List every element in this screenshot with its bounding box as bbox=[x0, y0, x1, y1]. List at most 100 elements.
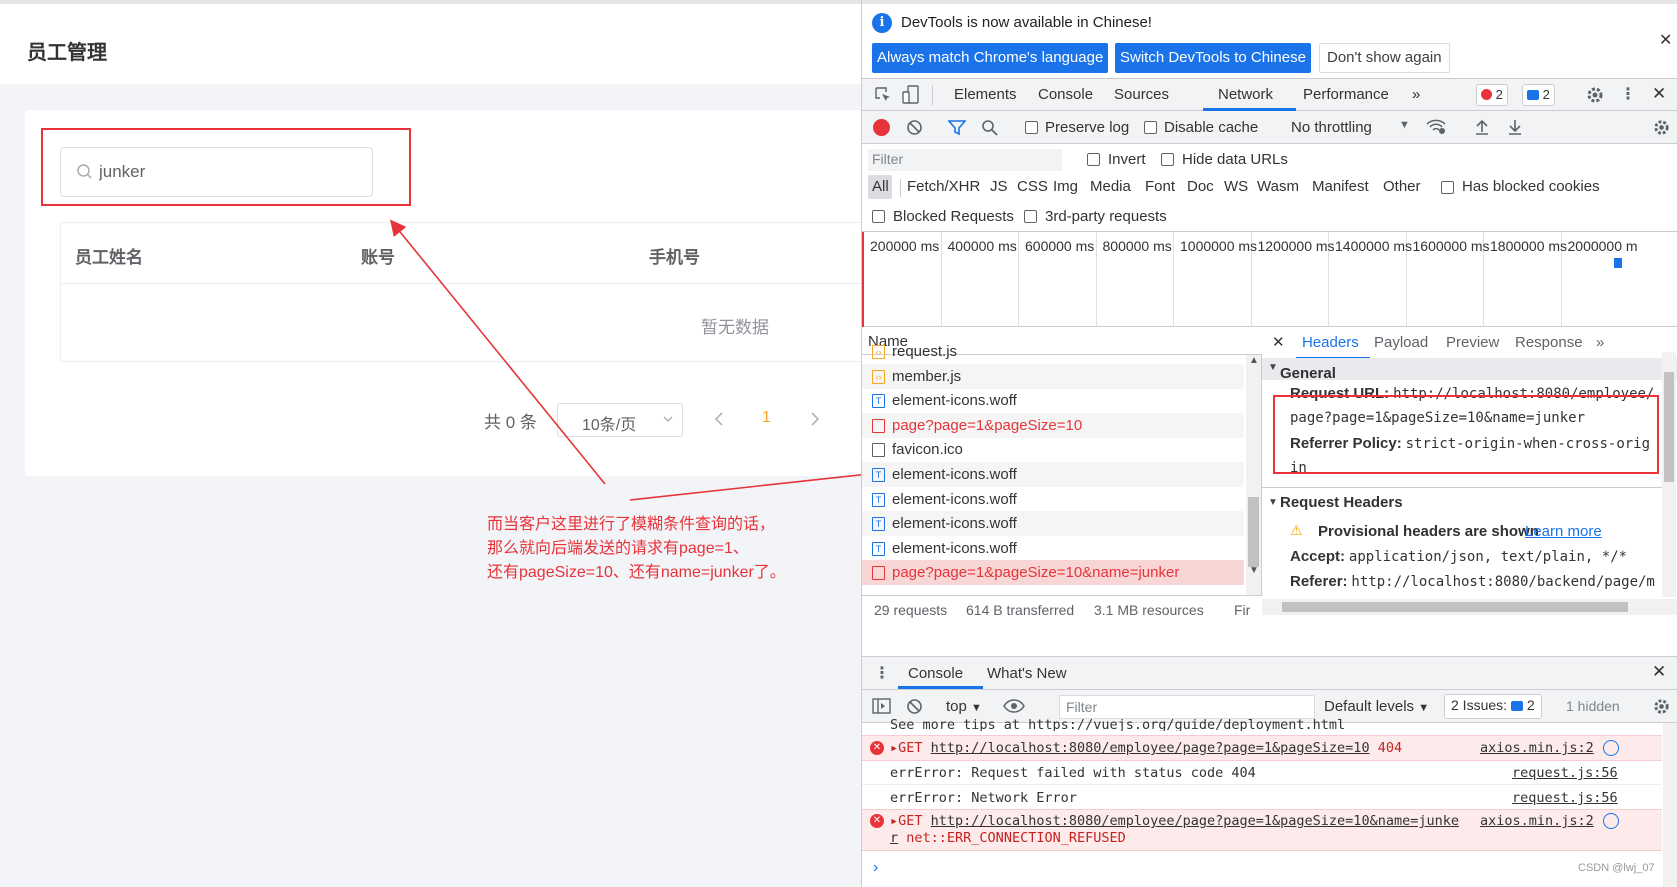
type-filter-all[interactable]: All bbox=[872, 178, 889, 195]
record-icon[interactable] bbox=[873, 119, 890, 136]
request-row[interactable]: Telement-icons.woff bbox=[862, 462, 1244, 487]
hide-data-urls-checkbox[interactable] bbox=[1161, 153, 1174, 166]
type-filter-css[interactable]: CSS bbox=[1017, 178, 1048, 195]
network-timeline[interactable]: 200000 ms 400000 ms 600000 ms 800000 ms 1000… bbox=[862, 232, 1677, 327]
log-levels-select[interactable]: Default levels ▼ bbox=[1324, 698, 1429, 715]
details-scroll-thumb[interactable] bbox=[1664, 372, 1674, 482]
request-row[interactable]: page?page=1&pageSize=10 bbox=[862, 412, 1244, 438]
page-size-select[interactable]: 10条/页 bbox=[557, 403, 683, 437]
source-link[interactable]: request.js:56 bbox=[1512, 790, 1618, 806]
network-conditions-icon[interactable] bbox=[1425, 118, 1447, 136]
request-headers-title[interactable]: Request Headers bbox=[1280, 494, 1403, 511]
request-list-scroll-thumb[interactable] bbox=[1248, 497, 1259, 567]
drawer-menu-icon[interactable]: ⋮ bbox=[874, 663, 890, 683]
more-tabs-button[interactable]: » bbox=[1412, 86, 1420, 103]
live-expression-eye-icon[interactable] bbox=[1003, 698, 1025, 714]
search-input[interactable] bbox=[99, 156, 359, 188]
prev-page-button[interactable] bbox=[712, 410, 726, 428]
tab-performance[interactable]: Performance bbox=[1303, 86, 1389, 103]
console-prompt[interactable]: › bbox=[873, 859, 878, 877]
source-link[interactable]: axios.min.js:2 bbox=[1480, 813, 1594, 829]
network-panel-link-icon[interactable] bbox=[1603, 813, 1619, 829]
message-count-badge[interactable]: 2 bbox=[1522, 84, 1555, 106]
more-options-icon[interactable]: ⋮ bbox=[1620, 84, 1636, 104]
invert-checkbox[interactable] bbox=[1087, 153, 1100, 166]
close-icon[interactable]: ✕ bbox=[1659, 30, 1672, 50]
tab-headers[interactable]: Headers bbox=[1302, 334, 1359, 351]
close-details-icon[interactable]: ✕ bbox=[1272, 333, 1285, 351]
request-url-link[interactable]: http://localhost:8080/employee/page?page… bbox=[931, 740, 1370, 756]
search-icon[interactable] bbox=[981, 119, 999, 137]
source-link[interactable]: axios.min.js:2 bbox=[1480, 740, 1594, 756]
tab-console[interactable]: Console bbox=[908, 665, 963, 682]
search-field[interactable] bbox=[60, 147, 373, 197]
request-url-link-cont[interactable]: r bbox=[890, 830, 898, 846]
request-row[interactable]: Telement-icons.woff bbox=[862, 388, 1244, 413]
general-section-header[interactable]: ▼ General bbox=[1262, 358, 1677, 382]
tab-network[interactable]: Network bbox=[1218, 86, 1273, 103]
filter-funnel-icon[interactable] bbox=[948, 119, 966, 136]
request-row[interactable]: Telement-icons.woff bbox=[862, 487, 1244, 512]
tab-whats-new[interactable]: What's New bbox=[987, 665, 1067, 682]
dont-show-again-button[interactable]: Don't show again bbox=[1319, 43, 1450, 73]
console-settings-gear-icon[interactable] bbox=[1652, 697, 1671, 716]
inspect-element-icon[interactable] bbox=[874, 86, 892, 104]
more-tabs-button[interactable]: » bbox=[1596, 334, 1604, 351]
request-row[interactable]: page?page=1&pageSize=10&name=junker bbox=[862, 560, 1244, 586]
type-filter-wasm[interactable]: Wasm bbox=[1257, 178, 1299, 195]
request-row[interactable]: favicon.ico bbox=[862, 437, 1244, 462]
tab-payload[interactable]: Payload bbox=[1374, 334, 1428, 351]
clear-icon[interactable] bbox=[906, 119, 923, 136]
request-url-link[interactable]: http://localhost:8080/employee/page?page… bbox=[931, 813, 1459, 829]
issues-button[interactable]: 2 Issues: 2 bbox=[1444, 694, 1542, 719]
type-filter-ws[interactable]: WS bbox=[1224, 178, 1248, 195]
switch-chinese-button[interactable]: Switch DevTools to Chinese bbox=[1115, 43, 1311, 73]
error-count-badge[interactable]: 2 bbox=[1476, 84, 1508, 106]
disable-cache-checkbox[interactable] bbox=[1144, 121, 1157, 134]
tab-response[interactable]: Response bbox=[1515, 334, 1583, 351]
request-row[interactable]: ‹› member.js bbox=[862, 363, 1244, 389]
learn-more-link[interactable]: Learn more bbox=[1525, 523, 1602, 540]
tab-preview[interactable]: Preview bbox=[1446, 334, 1499, 351]
device-toolbar-icon[interactable] bbox=[902, 85, 920, 105]
console-filter-input[interactable]: Filter bbox=[1059, 695, 1315, 719]
type-filter-doc[interactable]: Doc bbox=[1187, 178, 1214, 195]
close-drawer-icon[interactable]: ✕ bbox=[1652, 662, 1666, 682]
next-page-button[interactable] bbox=[808, 410, 822, 428]
type-filter-js[interactable]: JS bbox=[990, 178, 1008, 195]
request-row[interactable]: Telement-icons.woff bbox=[862, 511, 1244, 537]
request-row[interactable]: Telement-icons.woff bbox=[862, 536, 1244, 561]
type-filter-manifest[interactable]: Manifest bbox=[1312, 178, 1369, 195]
type-filter-font[interactable]: Font bbox=[1145, 178, 1175, 195]
match-language-button[interactable]: Always match Chrome's language bbox=[872, 43, 1109, 73]
details-horizontal-scroll-thumb[interactable] bbox=[1282, 602, 1628, 612]
network-filter-input[interactable]: Filter bbox=[868, 149, 1062, 171]
third-party-checkbox[interactable] bbox=[1024, 210, 1037, 223]
current-page-number[interactable]: 1 bbox=[762, 409, 771, 427]
export-har-icon[interactable] bbox=[1507, 118, 1523, 136]
tab-elements[interactable]: Elements bbox=[954, 86, 1017, 103]
tab-console[interactable]: Console bbox=[1038, 86, 1093, 103]
scroll-up-icon[interactable]: ▲ bbox=[1249, 355, 1259, 366]
blocked-requests-checkbox[interactable] bbox=[872, 210, 885, 223]
tab-sources[interactable]: Sources bbox=[1114, 86, 1169, 103]
console-scrollbar[interactable] bbox=[1663, 723, 1677, 887]
type-filter-other[interactable]: Other bbox=[1383, 178, 1421, 195]
source-link[interactable]: request.js:56 bbox=[1512, 765, 1618, 781]
settings-gear-icon[interactable] bbox=[1585, 85, 1605, 105]
type-filter-media[interactable]: Media bbox=[1090, 178, 1131, 195]
network-panel-link-icon[interactable] bbox=[1603, 740, 1619, 756]
type-filter-img[interactable]: Img bbox=[1053, 178, 1078, 195]
collapse-triangle-icon[interactable]: ▼ bbox=[1268, 497, 1278, 508]
type-filter-fetch[interactable]: Fetch/XHR bbox=[907, 178, 980, 195]
sidebar-toggle-icon[interactable] bbox=[872, 697, 891, 715]
throttling-select[interactable]: No throttling bbox=[1291, 119, 1372, 136]
has-blocked-cookies-checkbox[interactable] bbox=[1441, 181, 1454, 194]
close-devtools-icon[interactable]: ✕ bbox=[1652, 84, 1666, 104]
context-select[interactable]: top ▼ bbox=[946, 698, 982, 715]
network-settings-gear-icon[interactable] bbox=[1652, 118, 1671, 137]
preserve-log-checkbox[interactable] bbox=[1025, 121, 1038, 134]
clear-console-icon[interactable] bbox=[906, 698, 923, 715]
import-har-icon[interactable] bbox=[1474, 118, 1490, 136]
request-row[interactable]: ‹› request.js bbox=[862, 345, 1244, 364]
